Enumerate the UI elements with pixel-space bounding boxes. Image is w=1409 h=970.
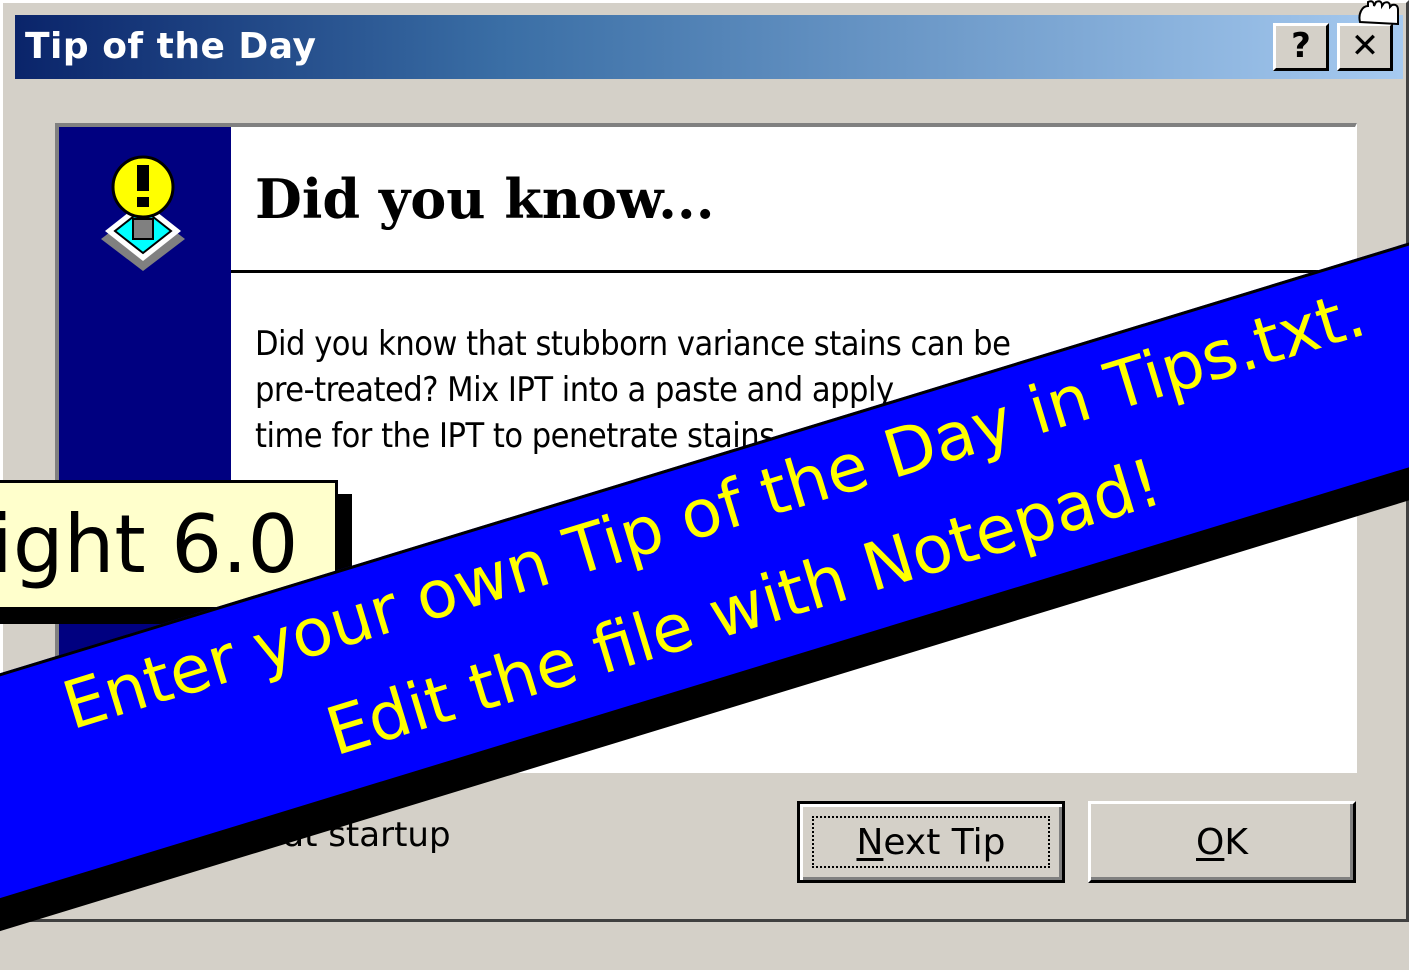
help-button[interactable]: ?: [1273, 23, 1329, 71]
close-button[interactable]: ✕: [1337, 23, 1393, 71]
ok-button[interactable]: OK: [1088, 801, 1356, 883]
title-bar[interactable]: Tip of the Day ? ✕: [15, 15, 1403, 79]
ok-label: OK: [1196, 821, 1248, 863]
tip-heading: Did you know...: [255, 167, 715, 231]
window-title: Tip of the Day: [25, 26, 317, 67]
heading-divider: [231, 270, 1355, 273]
next-tip-button[interactable]: Next Tip: [797, 801, 1065, 883]
hand-cursor-icon: [1358, 0, 1399, 26]
focus-ring: [812, 816, 1050, 868]
lightbulb-icon: [101, 155, 185, 271]
